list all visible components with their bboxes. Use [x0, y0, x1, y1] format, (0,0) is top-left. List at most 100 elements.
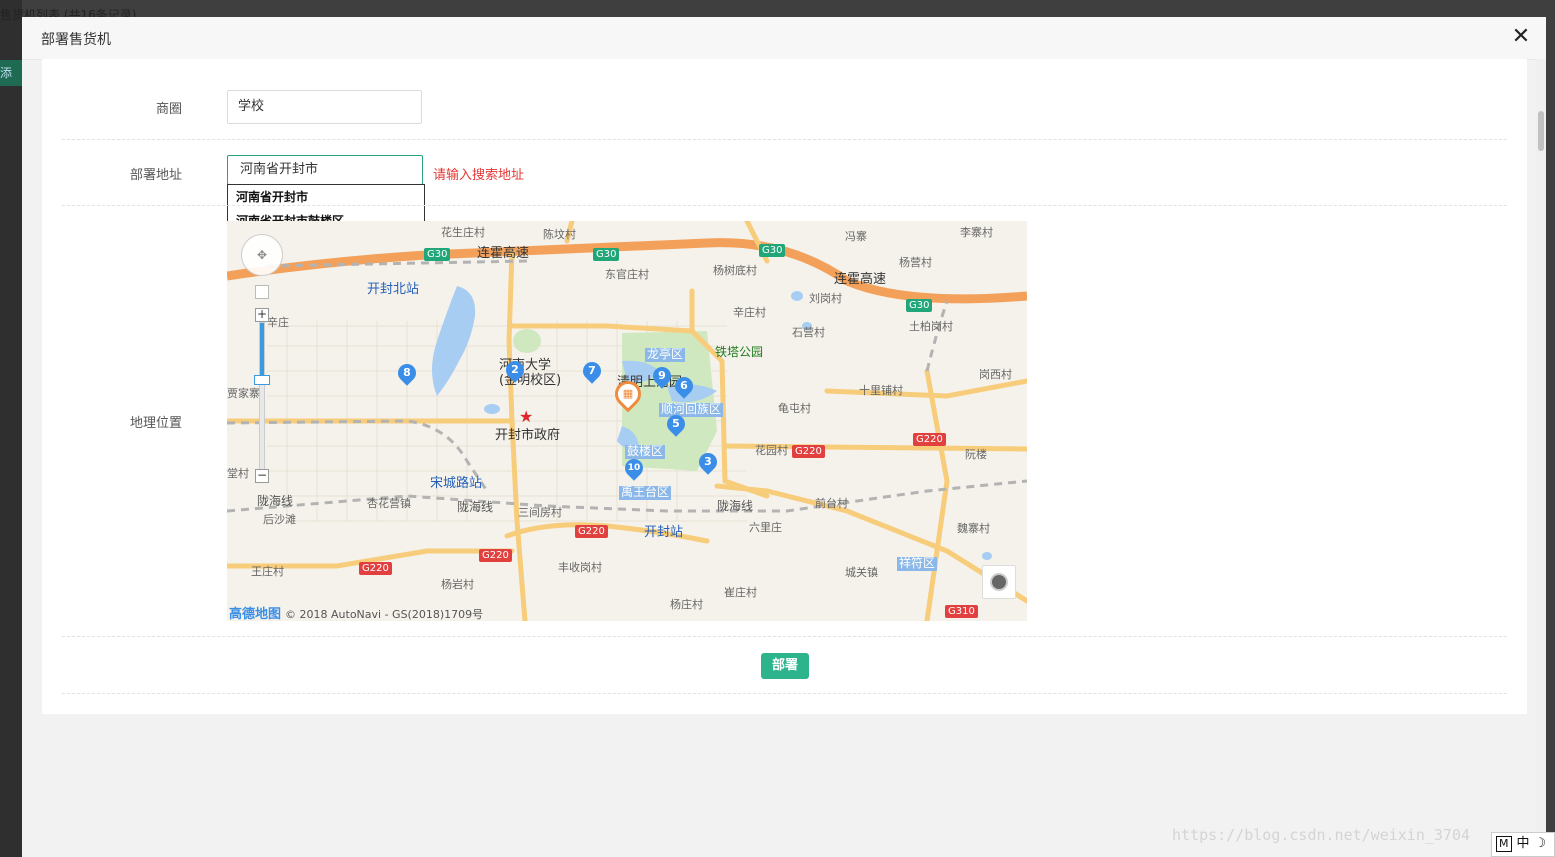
map-label: 杨营村: [899, 256, 932, 269]
map-marker-number: 5: [672, 417, 680, 430]
map-view[interactable]: 连霍高速 连霍高速 开封北站 河南大学(金明校区) 龙亭区 铁塔公园 清明上河园 顺河回族区开…: [227, 221, 1027, 621]
map-label: 堂村: [227, 467, 249, 480]
form-panel: 商圈 学校 部署地址 河南省开封市 请输入搜索地址 河南省开封市 河南省开封市鼓…: [42, 59, 1527, 714]
background-sidebar: [0, 0, 22, 857]
map-label: 铁塔公园: [715, 345, 764, 359]
map-label: 龙亭区: [645, 347, 686, 362]
map-label: 开封北站: [367, 282, 420, 297]
record-icon: [990, 573, 1008, 591]
map-label: 杏花营镇: [367, 497, 411, 510]
map-label: 石营村: [792, 326, 825, 339]
map-zoom-slider-handle[interactable]: [254, 375, 270, 385]
map-marker-number: 2: [511, 363, 519, 376]
map-zoom-slider-fill: [260, 323, 264, 381]
highway-shield: G30: [593, 248, 620, 261]
modal-title: 部署售货机: [41, 32, 111, 48]
map-label: 辛庄村: [733, 306, 766, 319]
address-label: 部署地址: [129, 168, 182, 183]
map-label: 后沙滩: [263, 513, 296, 526]
highway-shield: G30: [759, 244, 786, 257]
map-label: 丰收岗村: [558, 561, 602, 574]
ime-toolbar[interactable]: M 中 ☽: [1491, 832, 1555, 857]
moon-icon[interactable]: ☽: [1535, 833, 1547, 855]
modal-header: 部署售货机 ✕: [22, 17, 1546, 60]
map-label: 杨树底村: [713, 264, 757, 277]
map-label: 宋城路站: [430, 476, 483, 491]
map-label: 花生庄村: [441, 226, 485, 239]
deploy-vending-machine-modal: 部署售货机 ✕ 商圈 学校 部署地址 河南省开封市 请输入搜索地址 河南省开封市…: [22, 17, 1546, 857]
map-marker-icon[interactable]: 3: [695, 449, 721, 475]
map-label: 花园村: [755, 444, 788, 457]
map-marker-number: 8: [403, 366, 411, 379]
highway-shield: G220: [792, 445, 825, 458]
star-icon: ★: [519, 407, 534, 426]
highway-shield: G220: [479, 549, 512, 562]
scrollbar-thumb[interactable]: [1538, 111, 1544, 151]
map-marker-number: 9: [658, 369, 666, 382]
map-label: 连霍高速: [834, 272, 887, 287]
map-label: 杨庄村: [670, 598, 703, 611]
map-label: 连霍高速: [477, 246, 530, 261]
building-icon: ▦: [622, 387, 634, 400]
map-zoom-out-button[interactable]: −: [255, 469, 269, 483]
map-label: 开封市政府: [495, 428, 561, 443]
address-search-input[interactable]: 河南省开封市: [227, 155, 423, 185]
map-marker-icon[interactable]: 7: [579, 358, 605, 384]
highway-shield: G30: [424, 248, 451, 261]
map-label: 李寨村: [960, 226, 993, 239]
map-label: 贾家寨: [227, 387, 260, 400]
map-label: 前台村: [815, 497, 848, 510]
deploy-button[interactable]: 部署: [761, 653, 809, 679]
map-zoom-in-button[interactable]: +: [255, 308, 269, 322]
map-label: 陇海线: [257, 494, 294, 508]
row-divider: [62, 636, 1507, 637]
map-label: 辛庄: [267, 316, 289, 329]
row-divider: [62, 139, 1507, 140]
highway-shield: G220: [359, 562, 392, 575]
map-label: 祥符区: [897, 556, 938, 571]
ime-mode[interactable]: M: [1496, 836, 1512, 852]
map-marker-icon[interactable]: 9: [649, 363, 675, 389]
map-marker-icon[interactable]: 6: [671, 373, 697, 399]
map-label: 陇海线: [717, 499, 754, 513]
map-marker-icon[interactable]: 2: [502, 357, 528, 383]
map-marker-number: 7: [588, 364, 596, 377]
map-marker-number: 6: [680, 379, 688, 392]
amap-logo: 高德地图: [229, 607, 282, 621]
map-label: 冯寨: [845, 230, 867, 243]
map-attribution: 高德地图 © 2018 AutoNavi - GS(2018)1709号: [229, 603, 483, 621]
business-area-label: 商圈: [155, 102, 182, 117]
background-add-tab: 添: [0, 60, 22, 86]
row-divider: [62, 205, 1507, 206]
map-label: 崔庄村: [724, 586, 757, 599]
map-label: 鼓楼区: [625, 444, 666, 459]
map-marker-icon[interactable]: 8: [394, 360, 420, 386]
map-label: 陇海线: [457, 500, 494, 514]
highway-shield: G220: [575, 525, 608, 538]
close-icon[interactable]: ✕: [1510, 26, 1532, 48]
map-marker-number: 3: [704, 455, 712, 468]
map-label: 十里铺村: [859, 384, 903, 397]
map-label: 三间房村: [518, 506, 562, 519]
map-copyright: © 2018 AutoNavi - GS(2018)1709号: [285, 608, 484, 621]
map-label: 禹王台区: [619, 485, 672, 500]
highway-shield: G310: [945, 605, 978, 618]
highway-shield: G220: [913, 433, 946, 446]
watermark: https://blog.csdn.net/weixin_3704: [1172, 826, 1471, 844]
ime-lang[interactable]: 中: [1517, 833, 1530, 855]
map-label: 刘岗村: [809, 292, 842, 305]
map-label: 陈坟村: [543, 228, 576, 241]
map-label: 土柏岗村: [909, 320, 953, 333]
map-marker-icon[interactable]: 5: [663, 411, 689, 437]
map-zoom-slider[interactable]: [259, 322, 265, 470]
modal-scrollbar[interactable]: [1536, 59, 1546, 857]
map-pan-control[interactable]: ✥: [241, 234, 283, 276]
map-locate-dot[interactable]: [255, 285, 269, 299]
location-label: 地理位置: [129, 416, 182, 431]
map-geolocation-button[interactable]: [982, 565, 1016, 599]
map-marker-icon[interactable]: 10: [621, 455, 647, 481]
map-label: 城关镇: [845, 566, 878, 579]
business-area-input[interactable]: 学校: [227, 90, 422, 124]
map-label: 杨岩村: [441, 578, 474, 591]
map-label: 王庄村: [251, 565, 284, 578]
